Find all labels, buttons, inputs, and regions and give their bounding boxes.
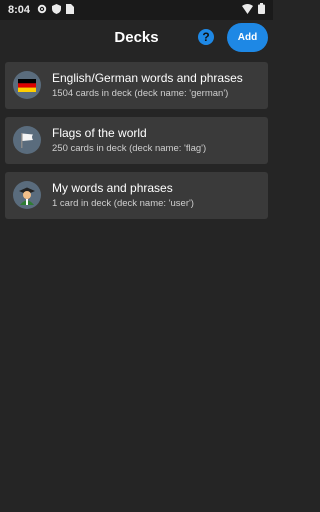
sim-card-icon	[66, 3, 75, 17]
deck-subtitle: 1504 cards in deck (deck name: 'german')	[52, 88, 229, 99]
gear-icon	[37, 4, 47, 17]
status-bar: 8:04	[0, 0, 273, 20]
status-time: 8:04	[8, 4, 31, 16]
deck-title: My words and phrases	[52, 181, 173, 195]
app-header: Decks ? Add	[0, 20, 273, 57]
wifi-icon	[242, 3, 253, 17]
battery-icon	[258, 3, 265, 17]
deck-title: English/German words and phrases	[52, 71, 243, 85]
student-icon	[13, 181, 41, 209]
deck-item-german[interactable]: English/German words and phrases 1504 ca…	[5, 62, 268, 109]
add-button[interactable]: Add	[227, 23, 268, 52]
deck-subtitle: 1 card in deck (deck name: 'user')	[52, 198, 194, 209]
german-flag-icon	[13, 71, 41, 99]
shield-icon	[52, 3, 62, 17]
deck-list: English/German words and phrases 1504 ca…	[5, 62, 268, 227]
deck-title: Flags of the world	[52, 126, 147, 140]
white-flag-icon	[13, 126, 41, 154]
help-button[interactable]: ?	[198, 29, 214, 45]
deck-item-flags[interactable]: Flags of the world 250 cards in deck (de…	[5, 117, 268, 164]
deck-subtitle: 250 cards in deck (deck name: 'flag')	[52, 143, 207, 154]
deck-item-user[interactable]: My words and phrases 1 card in deck (dec…	[5, 172, 268, 219]
